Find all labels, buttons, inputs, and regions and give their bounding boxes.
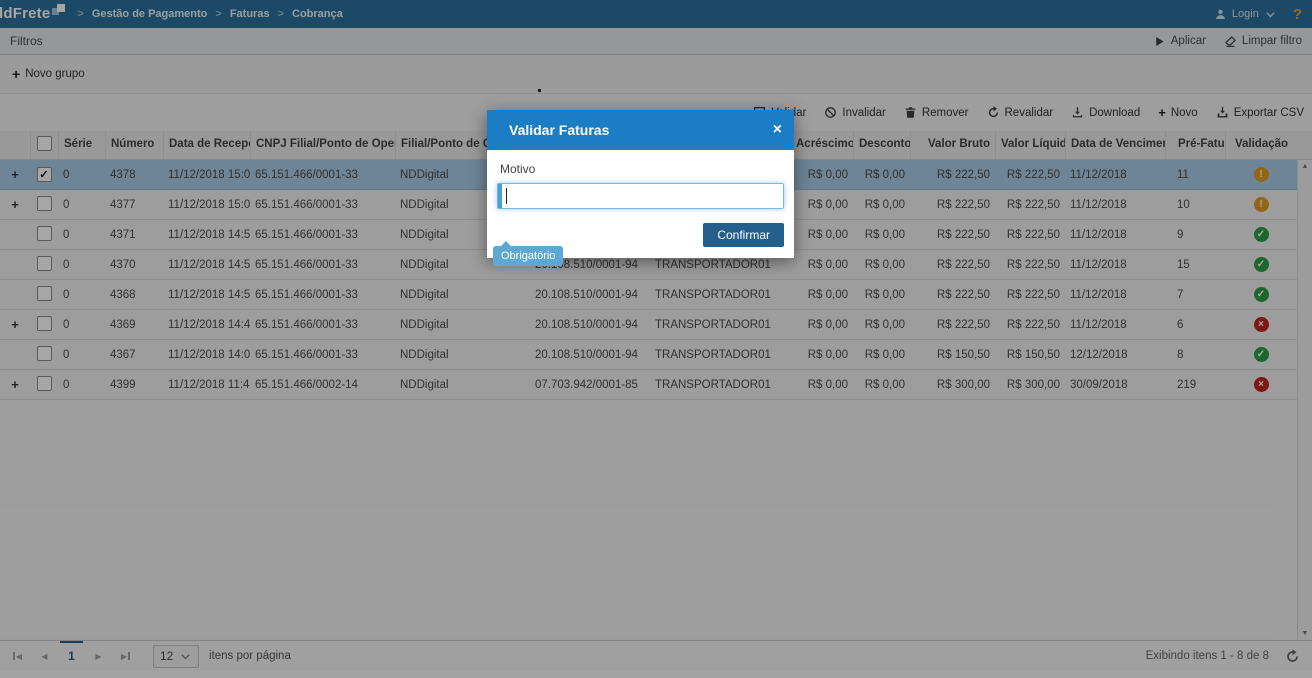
text-caret: [506, 188, 507, 204]
cursor-dot: [538, 89, 541, 92]
close-icon[interactable]: ×: [773, 122, 782, 138]
modal-header: Validar Faturas ×: [487, 110, 794, 150]
modal-body: Motivo Obrigatório Confirmar: [487, 150, 794, 266]
input-accent-bar: [498, 184, 502, 208]
modal-overlay: [0, 0, 1312, 678]
confirm-button[interactable]: Confirmar: [703, 223, 784, 247]
motivo-input[interactable]: [498, 184, 783, 208]
validate-invoices-modal: Validar Faturas × Motivo Obrigatório Con…: [487, 110, 794, 266]
validation-tooltip: Obrigatório: [493, 241, 564, 266]
app-window: ddFrete >Gestão de Pagamento>Faturas>Cob…: [0, 0, 1312, 678]
modal-title: Validar Faturas: [509, 122, 610, 138]
motivo-label: Motivo: [500, 162, 536, 176]
motivo-input-wrap: [497, 183, 784, 209]
